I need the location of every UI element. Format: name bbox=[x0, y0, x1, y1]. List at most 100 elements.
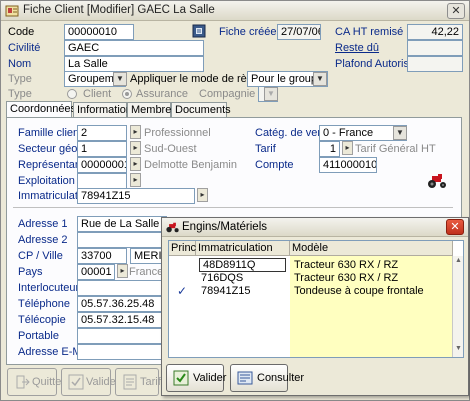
window-title: Fiche Client [Modifier] GAEC La Salle bbox=[23, 4, 215, 16]
plafond-field bbox=[407, 56, 463, 72]
adresse2-label: Adresse 2 bbox=[18, 234, 68, 246]
ca-field: 42,22 bbox=[407, 24, 463, 40]
tractor-icon bbox=[166, 222, 179, 233]
email-field[interactable] bbox=[77, 344, 167, 360]
portable-field[interactable] bbox=[77, 328, 167, 344]
civilite-field[interactable]: GAEC bbox=[64, 40, 204, 56]
exploitation-field[interactable] bbox=[77, 173, 127, 189]
client-radio-label: Client bbox=[83, 88, 112, 100]
pays-name: France bbox=[129, 266, 164, 278]
tab-membres[interactable]: Membres bbox=[127, 102, 177, 117]
quitter-button[interactable]: Quitter bbox=[7, 368, 65, 396]
col-header-princ[interactable]: Princ. bbox=[169, 241, 199, 256]
secteur-code-field[interactable]: 1 bbox=[77, 141, 127, 157]
chevron-down-icon: ▼ bbox=[264, 87, 278, 101]
interlocuteur-field[interactable] bbox=[77, 280, 167, 296]
engins-grid: Princ. Immatriculation Modèle 48D8911Q T… bbox=[168, 240, 464, 358]
adresse2-field[interactable] bbox=[77, 232, 167, 248]
cp-ville-label: CP / Ville bbox=[18, 250, 63, 262]
famille-code-field[interactable]: 2 bbox=[77, 125, 127, 141]
lookup-arrow-icon[interactable]: ▸ bbox=[197, 188, 208, 202]
dialog-title-bar: Engins/Matériels ✕ bbox=[162, 218, 468, 237]
representant-code-field[interactable]: 00000001 bbox=[77, 157, 127, 173]
exploitation-label: Exploitation bbox=[18, 175, 75, 187]
telephone-field[interactable]: 05.57.36.25.48 bbox=[77, 296, 167, 312]
lookup-arrow-icon[interactable]: ▸ bbox=[130, 125, 141, 139]
section-divider bbox=[13, 207, 453, 208]
grid-cell-immat[interactable]: 48D8911Q bbox=[199, 258, 286, 272]
adresse1-label: Adresse 1 bbox=[18, 218, 68, 230]
tarif-code-field[interactable]: 1 bbox=[319, 141, 340, 157]
engins-dialog: Engins/Matériels ✕ Princ. Immatriculatio… bbox=[161, 217, 469, 396]
tarif-name: Tarif Général HT bbox=[355, 143, 436, 155]
nom-field[interactable]: La Salle bbox=[64, 56, 204, 72]
close-button[interactable]: ✕ bbox=[447, 3, 465, 19]
check-icon bbox=[68, 374, 84, 390]
pays-label: Pays bbox=[18, 266, 43, 278]
assurance-radio-label: Assurance bbox=[136, 88, 188, 100]
created-date-field: 27/07/06 bbox=[277, 24, 321, 40]
chevron-down-icon[interactable]: ▼ bbox=[113, 72, 127, 86]
dialog-consulter-label: Consulter bbox=[257, 372, 305, 384]
representant-label: Représentant bbox=[18, 159, 85, 171]
grid-cell-modele[interactable]: Tracteur 630 RX / RZ bbox=[294, 259, 398, 271]
plafond-label: Plafond Autorisé bbox=[335, 58, 416, 70]
check-icon bbox=[173, 370, 189, 386]
chevron-down-icon[interactable]: ▼ bbox=[313, 72, 327, 86]
close-button[interactable]: ✕ bbox=[446, 219, 464, 235]
lookup-arrow-icon[interactable]: ▸ bbox=[130, 173, 141, 187]
grid-cell-immat[interactable]: 78941Z15 bbox=[201, 285, 251, 297]
telecopie-field[interactable]: 05.57.32.15.48 bbox=[77, 312, 167, 328]
client-radio[interactable] bbox=[67, 89, 77, 99]
famille-label: Famille client bbox=[18, 127, 83, 139]
lookup-arrow-icon[interactable]: ▸ bbox=[130, 157, 141, 171]
type-label: Type bbox=[8, 73, 32, 85]
princ-check-icon[interactable]: ✓ bbox=[177, 285, 187, 297]
dialog-title: Engins/Matériels bbox=[182, 221, 268, 233]
grid-cell-immat[interactable]: 716DQS bbox=[201, 272, 243, 284]
col-header-modele[interactable]: Modèle bbox=[290, 241, 453, 256]
tab-documents[interactable]: Documents bbox=[171, 102, 231, 117]
immat-field[interactable]: 78941Z15 bbox=[77, 188, 195, 204]
grid-cell-modele[interactable]: Tondeuse à coupe frontale bbox=[294, 285, 424, 297]
consult-icon bbox=[237, 371, 253, 385]
client-card-icon bbox=[5, 5, 19, 17]
compte-field[interactable]: 411000010 bbox=[319, 157, 377, 173]
code-field[interactable]: 00000010 bbox=[64, 24, 134, 40]
tarif-label: Tarif bbox=[255, 143, 276, 155]
valider-button[interactable]: Valider bbox=[61, 368, 119, 396]
famille-name: Professionnel bbox=[144, 127, 211, 139]
scroll-down-icon[interactable]: ▼ bbox=[454, 345, 463, 355]
dialog-consulter-button[interactable]: Consulter bbox=[230, 364, 304, 392]
tab-coordonnees[interactable]: Coordonnées bbox=[6, 101, 76, 118]
lookup-arrow-icon[interactable]: ▸ bbox=[342, 141, 353, 155]
lookup-arrow-icon[interactable]: ▸ bbox=[117, 264, 128, 278]
reste-field bbox=[407, 40, 463, 56]
price-list-icon bbox=[123, 374, 137, 390]
assurance-radio[interactable] bbox=[122, 89, 132, 99]
dialog-valider-button[interactable]: Valider bbox=[166, 364, 227, 392]
calendar-icon[interactable] bbox=[192, 24, 206, 38]
title-bar: Fiche Client [Modifier] GAEC La Salle ✕ bbox=[1, 1, 469, 21]
nom-label: Nom bbox=[8, 58, 32, 70]
dialog-valider-label: Valider bbox=[193, 372, 227, 384]
col-header-immat[interactable]: Immatriculation bbox=[196, 241, 290, 256]
interlocuteur-label: Interlocuteur bbox=[18, 282, 80, 294]
civilite-label: Civilité bbox=[8, 42, 41, 54]
cp-field[interactable]: 33700 bbox=[77, 248, 127, 264]
reste-label[interactable]: Reste dû bbox=[335, 42, 379, 54]
grid-scrollbar[interactable]: ▲ ▼ bbox=[452, 256, 463, 357]
exit-icon bbox=[16, 375, 30, 389]
code-label: Code bbox=[8, 26, 35, 38]
scroll-up-icon[interactable]: ▲ bbox=[454, 257, 463, 267]
secteur-name: Sud-Ouest bbox=[144, 143, 197, 155]
secteur-label: Secteur géo. bbox=[18, 143, 81, 155]
lookup-arrow-icon[interactable]: ▸ bbox=[130, 141, 141, 155]
tab-informations[interactable]: Informations bbox=[73, 102, 138, 117]
adresse1-field[interactable]: Rue de La Salle bbox=[77, 216, 167, 232]
tractor-icon[interactable] bbox=[426, 173, 448, 189]
tarifs-button[interactable]: Tarifs bbox=[115, 368, 166, 396]
grid-cell-modele[interactable]: Tracteur 630 RX / RZ bbox=[294, 272, 398, 284]
chevron-down-icon[interactable]: ▼ bbox=[393, 126, 407, 140]
pays-code-field[interactable]: 00001 bbox=[77, 264, 115, 280]
